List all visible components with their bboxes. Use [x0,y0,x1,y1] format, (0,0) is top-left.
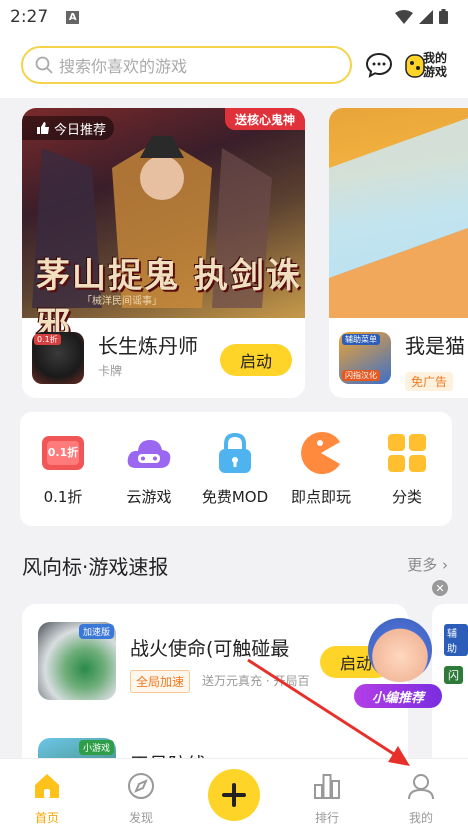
shortcut-instant-play[interactable]: 即点即玩 [280,430,362,507]
icon-badge-2b: 闪指汉化 [342,370,380,381]
app-name-2: 我是猫 [405,334,465,358]
nav-discover[interactable]: 发现 [111,771,171,826]
app-name: 长生炼丹师 [98,334,198,358]
gamepad-icon [405,54,425,78]
lock-icon [212,430,258,476]
top-bar: 搜索你喜欢的游戏 我的游戏 [0,34,468,98]
bar-chart-icon [314,774,340,799]
shortcut-label: 即点即玩 [290,488,351,506]
game-icon[interactable]: 加速版 [38,622,116,700]
search-placeholder: 搜索你喜欢的游戏 [59,57,188,76]
editor-pick-float[interactable]: 小编推荐 [350,618,446,718]
game-icon-badge: 加速版 [78,624,114,639]
pacman-icon [298,430,344,476]
featured-banner-image[interactable]: 今日推荐 送核心鬼神 茅山捉鬼 执剑诛邪 「械洋民间谣事」 [22,108,305,345]
user-icon [408,774,434,800]
shortcut-cloud-gaming[interactable]: 云游戏 [108,430,190,507]
game-tag: 全局加速 [130,670,191,693]
discount-ticket-icon: 0.1折 [40,430,86,476]
more-label: 更多 [407,556,438,574]
section-title: 风向标·游戏速报 [22,555,169,579]
status-bar: 2:27 A [0,0,468,34]
shortcut-panel: 0.1折 0.1折 云游戏 免费MOD 即点即玩 分类 [20,412,452,526]
home-icon [35,774,59,798]
icon-badge-2: 辅助菜单 [342,334,380,345]
game-icon-badge: 小游戏 [78,740,114,755]
cloud-gamepad-icon [126,430,172,476]
notification-a-icon: A [66,10,80,24]
nav-mine[interactable]: 我的 [391,771,451,826]
my-games-button[interactable]: 我的游戏 [405,49,453,83]
more-link[interactable]: 更多 › [407,554,448,575]
battery-icon [439,9,448,24]
thumbs-up-icon [37,122,49,134]
nav-home[interactable]: 首页 [17,771,77,826]
nav-label: 首页 [34,811,59,825]
my-games-label: 我的游戏 [423,51,448,79]
nav-ranking[interactable]: 排行 [297,771,357,826]
shortcut-category[interactable]: 分类 [366,430,448,507]
signal-icon [419,9,433,24]
game-icon[interactable]: 小游戏 [38,738,116,758]
nav-label: 我的 [408,811,433,825]
featured-banner-card-2[interactable]: 辅助菜单 闪指汉化 我是猫 免广告 [329,108,468,398]
shortcut-discount[interactable]: 0.1折 0.1折 [22,430,104,507]
mascot-avatar [368,618,432,682]
shortcut-label: 0.1折 [43,488,83,506]
plus-icon [222,783,246,807]
bottom-nav: 首页 发现 排行 我的 [0,758,468,832]
shortcut-label: 分类 [391,488,422,506]
main-content: 今日推荐 送核心鬼神 茅山捉鬼 执剑诛邪 「械洋民间谣事」 0.1折 长生炼丹师… [0,98,468,758]
today-recommend-tag: 今日推荐 [22,116,115,140]
status-time: 2:27 [10,7,49,27]
wifi-icon [395,9,413,24]
side-badge-2: 闪 [444,666,463,684]
close-icon[interactable]: ✕ [432,580,448,596]
message-icon[interactable] [366,52,392,78]
banner-art-2 [329,118,468,318]
compass-icon [128,773,154,799]
icon-badge: 0.1折 [34,334,61,345]
app-icon[interactable]: 0.1折 [32,332,84,384]
status-icons [395,9,448,24]
grid-icon [384,430,430,476]
nav-label: 发现 [128,811,153,825]
today-recommend-label: 今日推荐 [54,122,107,138]
game-title: 战火使命(可触碰最 [130,638,290,660]
launch-button[interactable]: 启动 [220,344,292,376]
chevron-right-icon: › [442,556,448,574]
add-button[interactable] [208,769,260,821]
search-input[interactable]: 搜索你喜欢的游戏 [21,46,352,84]
banner-art-subtitle: 「械洋民间谣事」 [82,296,162,307]
side-badge: 辅助 [444,624,468,656]
nav-label: 排行 [314,811,339,825]
discount-icon-text: 0.1折 [47,446,79,459]
search-icon [35,56,53,74]
editor-pick-label: 小编推荐 [354,684,442,708]
app-icon-2[interactable]: 辅助菜单 闪指汉化 [339,332,391,384]
shortcut-free-mod[interactable]: 免费MOD [194,430,276,507]
game-desc: 送万元真充 · 开局百 [202,674,310,688]
featured-banner-image-2[interactable] [329,108,468,318]
featured-banner-card[interactable]: 今日推荐 送核心鬼神 茅山捉鬼 执剑诛邪 「械洋民间谣事」 0.1折 长生炼丹师… [22,108,305,398]
no-ads-tag: 免广告 [405,372,454,391]
shortcut-label: 云游戏 [126,488,172,506]
game-title: 王号防线 [130,750,206,758]
app-category: 卡牌 [98,364,123,378]
promo-tag: 送核心鬼神 [224,108,305,130]
shortcut-label: 免费MOD [201,488,269,506]
